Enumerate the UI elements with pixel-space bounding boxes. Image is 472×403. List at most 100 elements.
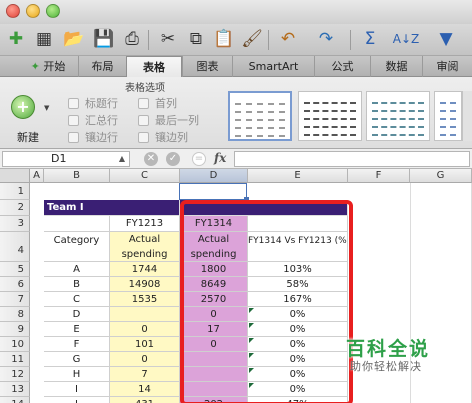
row-header[interactable]: 7 [0,292,30,307]
category-cell[interactable]: F [44,337,110,352]
category-cell[interactable]: E [44,322,110,337]
open-file-icon[interactable]: 📂 [62,27,86,51]
cut-icon[interactable]: ✂ [156,27,180,51]
tab-charts[interactable]: 图表 [182,56,232,77]
last-column-checkbox[interactable]: 最后一列 [138,112,199,128]
banded-columns-checkbox[interactable]: 镶边列 [138,129,188,145]
row-header[interactable]: 14 [0,397,30,403]
print-icon[interactable]: ⎙ [120,27,144,51]
row-header[interactable]: 13 [0,382,30,397]
table-cell[interactable] [44,216,110,232]
row-header[interactable]: 12 [0,367,30,382]
select-all-corner[interactable] [0,169,30,183]
category-cell[interactable]: B [44,277,110,292]
first-column-checkbox[interactable]: 首列 [138,95,177,111]
tab-review[interactable]: 审阅 [422,56,472,77]
redo-icon[interactable]: ↷ [314,27,338,51]
new-table-button[interactable]: + ▼ 新建 [8,91,56,147]
copy-icon[interactable]: ⧉ [184,27,208,51]
new-workbook-icon[interactable]: ✚ [4,27,28,51]
autosum-icon[interactable]: Σ [358,27,382,51]
category-cell[interactable]: G [44,352,110,367]
team-header-cell[interactable]: Team I [44,200,180,216]
row-header[interactable]: 2 [0,200,30,216]
toolbar-separator [350,30,351,50]
header-row-checkbox[interactable]: 标题行 [68,95,118,111]
formula-input[interactable] [234,151,470,167]
column-header-c[interactable]: C [110,169,180,183]
tab-home[interactable]: ✦ 开始 [18,56,78,77]
row-header[interactable]: 9 [0,322,30,337]
fy1213-actual-spending-header[interactable]: Actual spending [110,232,180,262]
column-header-e[interactable]: E [248,169,348,183]
fy1213-value-cell[interactable]: 1744 [110,262,180,277]
table-style-swatch[interactable] [298,91,362,141]
cancel-entry-icon[interactable]: ✕ [144,152,158,166]
column-header-d[interactable]: D [180,169,248,183]
category-cell[interactable]: H [44,367,110,382]
sort-icon[interactable]: A↓Z [393,27,419,51]
tab-formulas[interactable]: 公式 [314,56,370,77]
row-header[interactable]: 3 [0,216,30,232]
tab-data[interactable]: 数据 [370,56,422,77]
tab-home-label: 开始 [43,60,66,73]
row-header[interactable]: 5 [0,262,30,277]
table-options-group-title: 表格选项 [125,83,165,94]
column-header-a[interactable]: A [30,169,44,183]
paste-icon[interactable]: 📋 [212,27,236,51]
fy1213-value-cell[interactable]: 7 [110,367,180,382]
filter-icon[interactable]: ▼ [434,27,458,51]
category-cell[interactable]: C [44,292,110,307]
zoom-window-button[interactable] [46,4,60,18]
category-cell[interactable]: I [44,382,110,397]
fy1213-header-cell[interactable]: FY1213 [110,216,180,232]
format-painter-icon[interactable]: 🖌 [240,27,264,51]
total-row-checkbox[interactable]: 汇总行 [68,112,118,128]
dropdown-arrow-icon: ▼ [44,104,50,112]
undo-icon[interactable]: ↶ [276,27,300,51]
table-style-swatch[interactable] [228,91,292,141]
toolbar-separator [268,30,269,50]
confirm-entry-icon[interactable]: ✓ [166,152,180,166]
category-cell[interactable]: D [44,307,110,322]
column-header-g[interactable]: G [410,169,472,183]
ribbon-panel: 表格选项 + ▼ 新建 标题行 汇总行 镶边行 首列 最后一列 镶边列 [0,77,472,149]
more-styles-scroll[interactable] [462,91,472,141]
highlight-annotation-box [180,200,353,403]
fy1213-value-cell[interactable] [110,307,180,322]
row-header[interactable]: 6 [0,277,30,292]
minimize-window-button[interactable] [26,4,40,18]
tab-layout[interactable]: 布局 [78,56,126,77]
category-cell[interactable]: J [44,397,110,403]
row-header[interactable]: 8 [0,307,30,322]
fy1213-value-cell[interactable]: 14908 [110,277,180,292]
table-style-swatch[interactable] [366,91,430,141]
fy1213-value-cell[interactable]: 14 [110,382,180,397]
fx-icon[interactable]: fx [214,151,226,165]
save-icon[interactable]: 💾 [92,27,116,51]
add-table-icon: + [11,95,35,119]
fy1213-value-cell[interactable]: 0 [110,352,180,367]
category-header-cell[interactable]: Category [44,232,110,262]
banded-rows-checkbox[interactable]: 镶边行 [68,129,118,145]
row-header[interactable]: 4 [0,232,30,262]
fy1213-value-cell[interactable]: 1535 [110,292,180,307]
column-header-f[interactable]: F [348,169,410,183]
row-header[interactable]: 10 [0,337,30,352]
name-box[interactable]: D1 ▲▼ [2,151,130,177]
fy1213-value-cell[interactable]: 101 [110,337,180,352]
row-header[interactable]: 11 [0,352,30,367]
row-header[interactable]: 1 [0,183,30,200]
fy1213-value-cell[interactable]: 431 [110,397,180,403]
watermark-subtitle: 助你轻松解决 [350,360,422,373]
fy1213-value-cell[interactable]: 0 [110,322,180,337]
tab-tables[interactable]: 表格 [126,56,182,78]
tab-smartart[interactable]: SmartArt [232,56,314,77]
table-style-swatch[interactable] [434,91,462,141]
watermark-title: 百科全说 [346,338,431,360]
insert-function-circle-icon[interactable]: = [192,152,206,166]
column-header-b[interactable]: B [44,169,110,183]
template-gallery-icon[interactable]: ▦ [32,27,56,51]
category-cell[interactable]: A [44,262,110,277]
close-window-button[interactable] [6,4,20,18]
